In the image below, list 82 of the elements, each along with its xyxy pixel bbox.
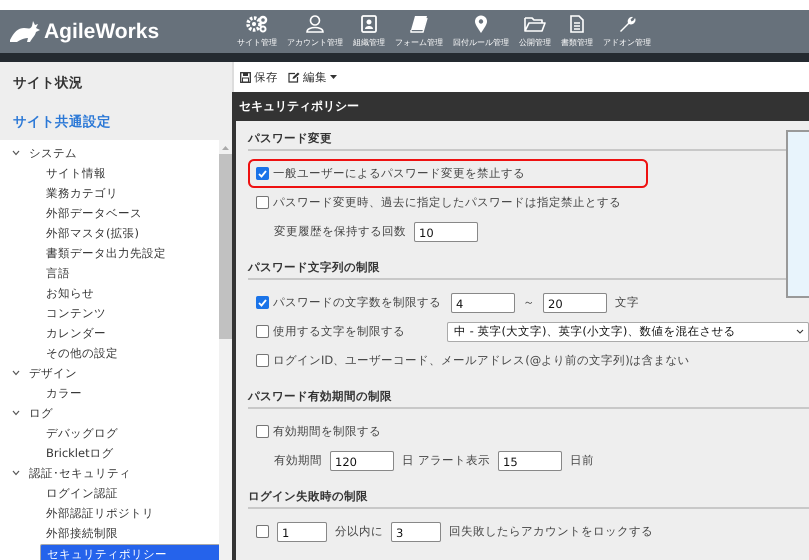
tree-item[interactable]: カラー — [40, 383, 215, 403]
site-settings-link[interactable]: サイト共通設定 — [0, 101, 232, 140]
field-label: 回失敗したらアカウントをロックする — [449, 524, 653, 539]
tree-item[interactable]: 言語 — [40, 263, 215, 283]
tree-item[interactable]: サイト情報 — [40, 163, 215, 183]
checkbox[interactable] — [256, 296, 269, 309]
edit-button[interactable]: 編集 — [286, 68, 339, 86]
input-field[interactable]: 4 — [451, 292, 515, 312]
tree-item[interactable]: カレンダー — [40, 323, 215, 343]
select-field[interactable]: 中 - 英字(大文字)、英字(小文字)、数値を混在させる — [447, 322, 809, 342]
input-field[interactable]: 20 — [543, 292, 607, 312]
nav-item[interactable]: アカウント管理 — [283, 15, 347, 48]
tree-item[interactable]: セキュリティポリシー — [40, 544, 219, 560]
input-field[interactable]: 15 — [498, 450, 562, 470]
section-title: パスワード有効期間の制限 — [248, 389, 809, 409]
field-label: パスワード変更時、過去に指定したパスワードは指定禁止とする — [273, 195, 621, 210]
scrollbar-thumb[interactable] — [219, 154, 232, 339]
input-field[interactable]: 120 — [330, 450, 394, 470]
input-field[interactable]: 10 — [414, 222, 478, 242]
tree-group[interactable]: ログ — [0, 403, 219, 423]
tree-item[interactable]: ログイン認証 — [40, 483, 215, 503]
site-status-link[interactable]: サイト状況 — [0, 62, 232, 101]
tree-item[interactable]: 外部認証リポジトリ — [40, 503, 215, 523]
checkbox[interactable] — [256, 167, 269, 180]
tree-group[interactable]: システム — [0, 143, 219, 163]
tree-item[interactable]: 外部接続制限 — [40, 523, 215, 543]
section-title: ログイン失敗時の制限 — [248, 489, 809, 509]
field-label: 有効期間 — [274, 453, 322, 468]
tree-item[interactable]: Brickletログ — [40, 443, 215, 463]
nav-item[interactable]: 回付ルール管理 — [449, 15, 513, 48]
checkbox[interactable] — [256, 354, 269, 367]
field-label: ログインID、ユーザーコード、メールアドレス(@より前の文字列)は含まない — [273, 353, 690, 368]
tree-item[interactable]: コンテンツ — [40, 303, 215, 323]
field-label: 有効期間を制限する — [273, 424, 381, 439]
nav-item[interactable]: サイト管理 — [233, 15, 281, 48]
edit-icon — [288, 72, 300, 82]
input-field[interactable]: 3 — [391, 522, 441, 542]
person-icon — [305, 15, 325, 33]
logo-text: AgileWorks — [44, 20, 160, 44]
chevron-icon — [796, 329, 804, 334]
document-icon — [569, 15, 585, 33]
gears-icon — [246, 15, 268, 33]
scrollbar[interactable] — [219, 140, 232, 560]
nav-item[interactable]: フォーム管理 — [391, 15, 447, 48]
folder-icon — [524, 15, 546, 33]
nav-item[interactable]: 公開管理 — [515, 15, 555, 48]
field-label: 日前 — [570, 453, 594, 468]
caret-icon — [330, 75, 337, 79]
save-button[interactable]: 保存 — [238, 68, 280, 86]
nav-item[interactable]: アドオン管理 — [599, 15, 655, 48]
tree-group[interactable]: 認証･セキュリティ — [0, 463, 219, 483]
checkbox[interactable] — [256, 425, 269, 438]
field-label: パスワードの文字数を制限する — [273, 295, 442, 310]
checkbox[interactable] — [256, 325, 269, 338]
input-field[interactable]: 1 — [277, 522, 327, 542]
field-label: 使用する文字を制限する — [273, 324, 406, 339]
field-label: 変更履歴を保持する回数 — [274, 224, 406, 239]
tree-group[interactable]: デザイン — [0, 363, 219, 383]
tree-item[interactable]: 外部マスタ(拡張) — [40, 223, 215, 243]
field-label: アラート表示 — [418, 453, 490, 468]
map-pin-icon — [474, 15, 488, 33]
nav-item[interactable]: 組織管理 — [349, 15, 389, 48]
tree-item[interactable]: 外部データベース — [40, 203, 215, 223]
save-icon — [240, 72, 251, 82]
panel-title: セキュリティポリシー — [236, 92, 809, 121]
nav-item[interactable]: 書類管理 — [557, 15, 597, 48]
tree-item[interactable]: 業務カテゴリ — [40, 183, 215, 203]
tree-item[interactable]: デバッグログ — [40, 423, 215, 443]
tree-item[interactable]: 書類データ出力先設定 — [40, 243, 215, 263]
field-label: 一般ユーザーによるパスワード変更を禁止する — [273, 166, 525, 181]
logo-icon — [8, 20, 42, 44]
field-label: 文字 — [615, 295, 639, 310]
wrench-icon — [618, 15, 636, 33]
checkbox[interactable] — [256, 525, 269, 538]
checkbox[interactable] — [256, 196, 269, 209]
tree-item[interactable]: お知らせ — [40, 283, 215, 303]
contact-card-icon — [360, 15, 378, 33]
field-label: ～ — [523, 295, 535, 310]
book-icon — [409, 15, 429, 33]
tree-item[interactable]: その他の設定 — [40, 343, 215, 363]
field-label: 日 — [402, 453, 414, 468]
field-label: 分以内に — [335, 524, 383, 539]
